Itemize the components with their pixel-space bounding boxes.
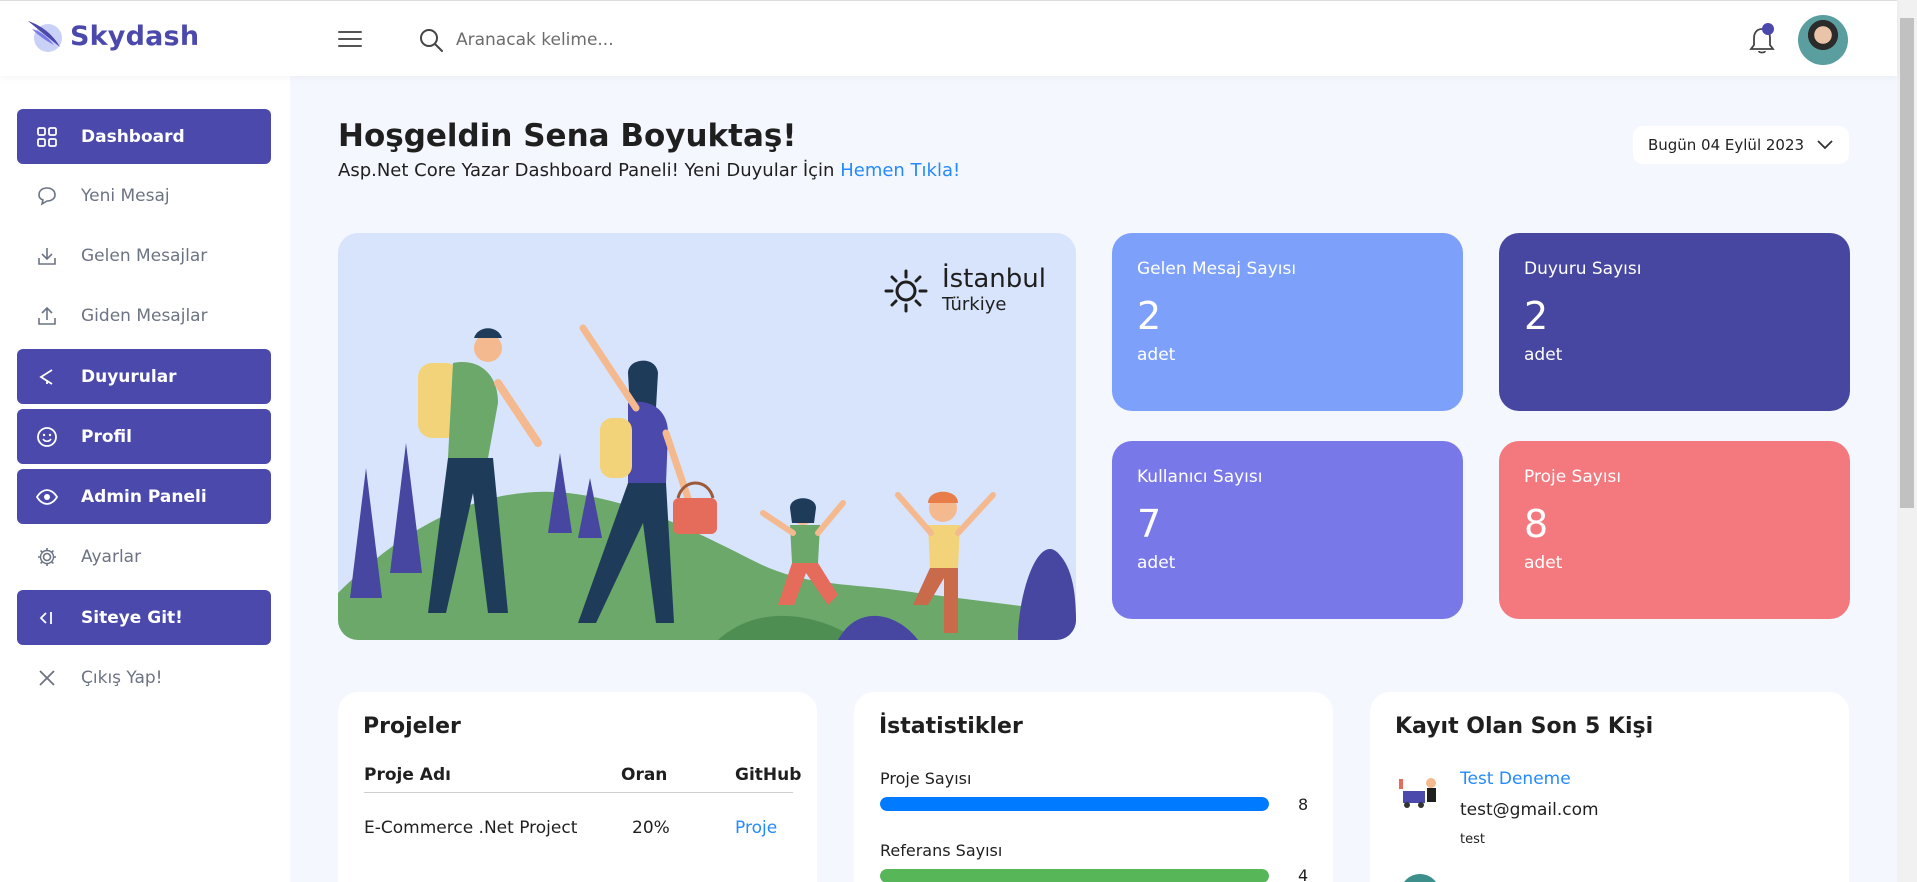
sidebar-item-sent[interactable]: Giden Mesajlar xyxy=(17,288,271,343)
gear-icon xyxy=(35,545,59,569)
stat-card-announcements[interactable]: Duyuru Sayısı 2 adet xyxy=(1499,233,1850,411)
stat-unit: adet xyxy=(1524,345,1563,365)
brand[interactable]: Skydash xyxy=(26,17,199,55)
sidebar-item-label: Profil xyxy=(81,426,132,447)
stat-unit: adet xyxy=(1137,345,1176,365)
menu-toggle-icon[interactable] xyxy=(338,31,362,49)
stat-card-users[interactable]: Kullanıcı Sayısı 7 adet xyxy=(1112,441,1463,619)
user-thumbnail xyxy=(1397,773,1443,809)
sun-icon xyxy=(884,269,928,313)
progress-fill xyxy=(880,797,1269,811)
search-icon[interactable] xyxy=(418,27,444,53)
stat-value: 8 xyxy=(1524,502,1549,546)
user-username: test xyxy=(1460,832,1485,847)
sidebar-item-inbox[interactable]: Gelen Mesajlar xyxy=(17,228,271,283)
download-icon xyxy=(35,244,59,268)
weather-info: İstanbul Türkiye xyxy=(882,265,1046,315)
stat-label: Kullanıcı Sayısı xyxy=(1137,467,1263,487)
stat-card-incoming-messages[interactable]: Gelen Mesaj Sayısı 2 adet xyxy=(1112,233,1463,411)
progress-bar xyxy=(880,869,1269,882)
close-icon xyxy=(35,666,59,690)
user-avatar[interactable] xyxy=(1798,15,1848,65)
brand-name: Skydash xyxy=(70,20,200,52)
statistic-label: Referans Sayısı xyxy=(880,841,1003,860)
table-cell-project-name: E-Commerce .Net Project xyxy=(364,818,578,838)
weather-card: İstanbul Türkiye xyxy=(338,233,1076,640)
stat-value: 2 xyxy=(1137,294,1162,338)
sidebar-item-admin-panel[interactable]: Admin Paneli xyxy=(17,469,271,524)
sidebar-item-go-to-site[interactable]: Siteye Git! xyxy=(17,590,271,645)
sidebar-item-label: Ayarlar xyxy=(81,546,142,567)
table-header-github: GitHub xyxy=(735,765,802,785)
projects-card: Projeler xyxy=(338,692,817,882)
smiley-icon xyxy=(35,425,59,449)
progress-bar xyxy=(880,797,1269,811)
eye-icon xyxy=(35,485,59,509)
scrollbar-thumb[interactable] xyxy=(1900,18,1914,508)
sidebar-item-label: Gelen Mesajlar xyxy=(81,245,208,266)
table-divider xyxy=(364,792,793,793)
stat-label: Proje Sayısı xyxy=(1524,467,1622,487)
user-name-link[interactable]: Test Deneme xyxy=(1460,769,1571,789)
sidebar-item-settings[interactable]: Ayarlar xyxy=(17,529,271,584)
chat-icon xyxy=(35,184,59,208)
page-subtitle: Asp.Net Core Yazar Dashboard Paneli! Yen… xyxy=(338,160,960,181)
table-header-name: Proje Adı xyxy=(364,765,451,785)
sidebar-item-label: Siteye Git! xyxy=(81,607,183,628)
sidebar-item-label: Dashboard xyxy=(81,126,185,147)
top-navbar: Skydash xyxy=(0,0,1897,76)
stat-unit: adet xyxy=(1524,553,1563,573)
project-github-link[interactable]: Proje xyxy=(735,818,777,838)
search-bar xyxy=(418,27,816,53)
stat-value: 2 xyxy=(1524,294,1549,338)
statistic-label: Proje Sayısı xyxy=(880,769,972,788)
statistic-value: 4 xyxy=(1298,866,1309,882)
sidebar-item-profile[interactable]: Profil xyxy=(17,409,271,464)
date-dropdown[interactable]: Bugün 04 Eylül 2023 xyxy=(1633,126,1849,164)
weather-city: İstanbul xyxy=(941,264,1046,294)
user-email: test@gmail.com xyxy=(1460,800,1599,820)
chevron-down-icon xyxy=(1817,140,1833,150)
sidebar-item-logout[interactable]: Çıkış Yap! xyxy=(17,650,271,705)
recent-users-title: Kayıt Olan Son 5 Kişi xyxy=(1395,714,1654,739)
stat-value: 7 xyxy=(1137,502,1162,546)
stat-card-projects[interactable]: Proje Sayısı 8 adet xyxy=(1499,441,1850,619)
subtitle-text: Asp.Net Core Yazar Dashboard Paneli! Yen… xyxy=(338,160,835,181)
stat-label: Duyuru Sayısı xyxy=(1524,259,1642,279)
sidebar-item-label: Admin Paneli xyxy=(81,486,207,507)
sidebar-item-dashboard[interactable]: Dashboard xyxy=(17,109,271,164)
sidebar-item-label: Giden Mesajlar xyxy=(81,305,208,326)
sidebar-item-label: Yeni Mesaj xyxy=(81,185,170,206)
date-label: Bugün 04 Eylül 2023 xyxy=(1647,136,1805,154)
brand-logo-icon xyxy=(28,21,62,52)
projects-title: Projeler xyxy=(363,714,461,739)
stat-label: Gelen Mesaj Sayısı xyxy=(1137,259,1297,279)
stat-unit: adet xyxy=(1137,553,1176,573)
grid-icon xyxy=(35,125,59,149)
sidebar: Dashboard Yeni Mesaj Gelen Mesajlar Gide… xyxy=(0,76,290,882)
notification-dot xyxy=(1762,23,1774,35)
sidebar-item-new-message[interactable]: Yeni Mesaj xyxy=(17,168,271,223)
megaphone-icon xyxy=(35,365,59,389)
table-cell-ratio: 20% xyxy=(632,818,670,838)
upload-icon xyxy=(35,304,59,328)
table-header-ratio: Oran xyxy=(621,765,668,785)
statistics-title: İstatistikler xyxy=(879,714,1023,739)
statistic-value: 8 xyxy=(1298,795,1309,814)
sidebar-item-announcements[interactable]: Duyurular xyxy=(17,349,271,404)
weather-country: Türkiye xyxy=(941,293,1007,315)
sidebar-item-label: Duyurular xyxy=(81,366,177,387)
search-input[interactable] xyxy=(456,30,816,50)
announcements-link[interactable]: Hemen Tıkla! xyxy=(840,160,960,181)
page-title: Hoşgeldin Sena Boyuktaş! xyxy=(338,118,797,154)
back-arrow-icon xyxy=(35,606,59,630)
sidebar-item-label: Çıkış Yap! xyxy=(81,667,163,688)
progress-fill xyxy=(880,869,1269,882)
notification-bell-icon[interactable] xyxy=(1748,23,1776,55)
